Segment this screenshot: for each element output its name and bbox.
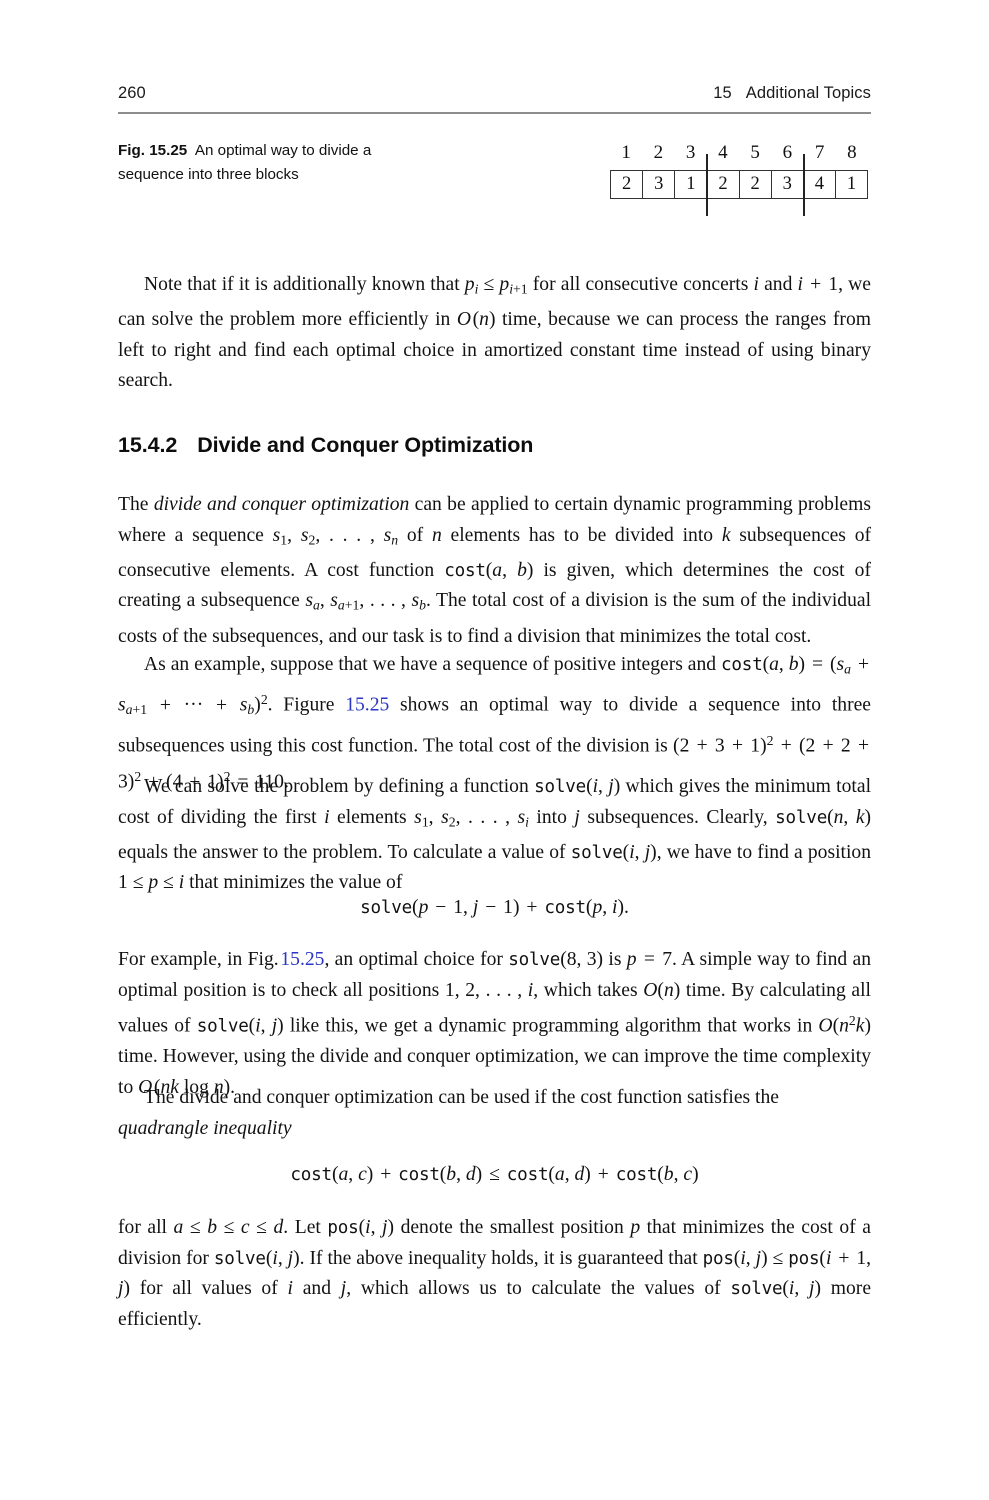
figure-index-cell: 4 <box>718 142 728 163</box>
figure-reference-link[interactable]: 15.25 <box>345 695 389 716</box>
figure-index-cell: 5 <box>750 142 760 163</box>
display-equation-solve: solve(p − 1, j − 1) + cost(p, i). <box>360 897 629 918</box>
figure-sequence-boxes: 2 3 1 2 2 3 4 1 <box>610 170 868 199</box>
figure-value-cell: 1 <box>846 174 857 194</box>
paragraph-note: Note that if it is additionally known th… <box>118 274 871 392</box>
figure-caption: Fig. 15.25 An optimal way to divide a se… <box>118 139 386 186</box>
figure-index-cell: 1 <box>621 142 631 163</box>
section-number: 15.4.2 <box>118 433 178 457</box>
figure-value-cell: 3 <box>643 171 676 198</box>
figure-divider-line <box>706 154 708 216</box>
paragraph-solve: We can solve the problem by defining a f… <box>118 776 872 894</box>
figure-artwork: 1 2 3 4 5 6 7 8 2 3 1 2 2 3 4 1 <box>610 140 872 220</box>
paragraph-quadrangle: The divide and conquer optimization can … <box>118 1087 779 1139</box>
running-head: 260 15 Additional Topics <box>118 84 871 110</box>
figure-index-cell: 6 <box>782 142 793 163</box>
chapter-title: Additional Topics <box>745 84 871 102</box>
figure-value-cell: 4 <box>804 171 836 198</box>
figure-divider-line <box>803 154 805 216</box>
figure-value-cell: 2 <box>611 171 644 198</box>
paragraph-for-example: For example, in Fig. 15.25, an optimal c… <box>118 949 871 1098</box>
figure-value-cell: 2 <box>707 171 740 198</box>
paragraph-pos: for all a ≤ b ≤ c ≤ d. Let pos(i, j) den… <box>118 1217 872 1330</box>
chapter-label: 15 Additional Topics <box>713 84 871 103</box>
figure-index-row: 1 2 3 4 5 6 7 8 <box>610 140 868 168</box>
page-number: 260 <box>118 84 146 102</box>
figure-index-cell: 2 <box>653 142 664 163</box>
figure-reference-link[interactable]: 15.25 <box>280 949 324 970</box>
paragraph-intro: The divide and conquer optimization can … <box>118 494 872 647</box>
figure-index-cell: 8 <box>847 142 857 163</box>
figure-value-cell: 3 <box>772 171 804 198</box>
figure-index-cell: 3 <box>685 142 696 163</box>
figure-value-cell: 1 <box>675 171 708 198</box>
section-title: Divide and Conquer Optimization <box>197 433 534 457</box>
header-rule <box>118 112 871 114</box>
figure-value-cell: 2 <box>740 171 772 198</box>
document-page: 260 15 Additional Topics Fig. 15.25 An o… <box>0 0 989 1500</box>
chapter-number: 15 <box>713 84 732 102</box>
figure-label: Fig. 15.25 <box>118 142 188 159</box>
section-heading: 15.4.2 Divide and Conquer Optimization <box>118 433 871 458</box>
display-equation-quadrangle: cost(a, c) + cost(b, d) ≤ cost(a, d) + c… <box>290 1164 699 1185</box>
figure-index-cell: 7 <box>814 142 825 163</box>
term-quadrangle-inequality: quadrangle inequality <box>118 1117 292 1139</box>
